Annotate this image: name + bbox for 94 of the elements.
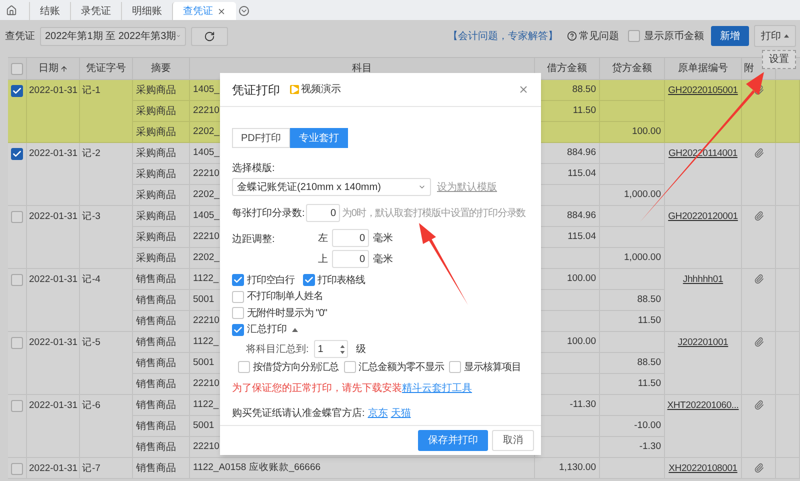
debit-cell-text: 100.00 <box>566 272 596 286</box>
field-label: 将科目汇总到: <box>246 342 309 356</box>
summary-cell-text: 采购商品 <box>136 230 176 244</box>
summary-cell-text: 销售商品 <box>136 462 176 476</box>
debit-cell-text: 11.50 <box>572 104 596 118</box>
summary-cell-text: 采购商品 <box>136 210 176 224</box>
credit-cell-text: 100.00 <box>632 124 661 139</box>
summary-cell-text: 销售商品 <box>136 314 176 328</box>
date-cell: 2022-01-31 <box>29 85 78 96</box>
credit-cell-text: -1.30 <box>639 440 661 454</box>
checkbox-label: 汇总金额为零不显示 <box>358 360 444 374</box>
account-cell-text: 22210 <box>193 104 220 118</box>
credit-cell-text: 11.50 <box>638 376 661 391</box>
debit-cell-text: 884.96 <box>566 146 596 160</box>
checkbox-label: 无附件时显示为 "0" <box>247 306 327 321</box>
summary-cell-text: 采购商品 <box>136 104 176 118</box>
checkbox-label: 打印表格线 <box>318 274 365 288</box>
debit-cell-text: 115.04 <box>568 166 596 181</box>
unit-label: 毫米 <box>373 252 393 266</box>
debit-cell-text: -11.30 <box>570 398 596 412</box>
credit-cell-text: 88.50 <box>637 356 661 370</box>
summary-cell-text: 销售商品 <box>136 420 176 434</box>
checkbox-label: 显示核算项目 <box>464 360 521 374</box>
account-cell-text: 1122_ <box>193 272 219 286</box>
unit-label: 级 <box>356 342 366 356</box>
checkbox-label: 不打印制单人姓名 <box>247 290 323 304</box>
summary-cell-text: 销售商品 <box>136 378 176 392</box>
summary-cell-text: 销售商品 <box>136 272 176 286</box>
voucher-number-cell: 记-3 <box>82 211 100 222</box>
voucher-number-cell: 记-2 <box>82 148 100 159</box>
date-cell: 2022-01-31 <box>29 148 78 159</box>
account-cell-text: 22210 <box>193 376 220 391</box>
account-cell-text: 2202_ <box>193 124 220 139</box>
debit-cell-text: 115.04 <box>568 230 596 244</box>
voucher-number-cell: 记-4 <box>82 274 100 285</box>
page-label: 查凭证 <box>5 30 35 44</box>
account-cell-text: 2202_ <box>193 188 220 202</box>
credit-cell-text: 1,000.00 <box>624 250 661 265</box>
shop-text: 购买凭证纸请认准金蝶官方店: <box>232 406 365 420</box>
summary-cell-text: 销售商品 <box>136 440 176 454</box>
hint-text: 为0时，默认取套打模版中设置的打印分录数 <box>342 206 526 220</box>
summary-cell-text: 采购商品 <box>136 252 176 266</box>
summary-cell-text: 采购商品 <box>136 146 176 160</box>
unit-label: 毫米 <box>373 232 393 246</box>
account-cell-text: 1405_ <box>193 146 220 160</box>
notice-text: 为了保证您的正常打印，请先下载安装 <box>232 382 402 396</box>
summary-cell-text: 销售商品 <box>136 356 176 370</box>
summary-cell-text: 采购商品 <box>136 84 176 98</box>
field-label: 每张打印分录数: <box>232 206 306 220</box>
account-cell-text: 22210 <box>193 314 220 328</box>
account-cell-text: 22210 <box>193 166 220 181</box>
account-cell-text: 1122_ <box>193 398 219 412</box>
account-cell-text: 2202_ <box>193 250 220 265</box>
account-cell-text: 5001 <box>193 356 214 370</box>
margin-label: 左 <box>318 232 328 246</box>
voucher-number-cell: 记-5 <box>82 337 100 348</box>
debit-cell-text: 100.00 <box>566 334 596 349</box>
checkbox-label: 汇总打印 <box>247 322 287 338</box>
summary-cell-text: 销售商品 <box>136 398 176 412</box>
date-cell: 2022-01-31 <box>29 463 78 474</box>
account-cell-text: 22210 <box>193 440 220 454</box>
account-cell-text: 5001 <box>193 292 214 307</box>
account-cell-text: 1405_ <box>193 82 220 97</box>
summary-cell-text: 采购商品 <box>136 168 176 182</box>
debit-cell-text: 88.50 <box>572 82 596 97</box>
dialog-title: 凭证打印 <box>232 82 280 98</box>
checkbox-label: 显示原币金额 <box>644 30 704 44</box>
margin-label: 上 <box>318 252 328 266</box>
credit-cell-text: 88.50 <box>637 292 661 307</box>
summary-cell-text: 采购商品 <box>136 126 176 140</box>
field-label: 边距调整: <box>232 232 276 247</box>
account-cell-text: 5001 <box>193 418 214 433</box>
account-cell-text: 22210 <box>193 230 220 244</box>
date-cell: 2022-01-31 <box>29 274 78 285</box>
field-label: 选择模版: <box>232 162 275 176</box>
voucher-number-cell: 记-6 <box>82 400 100 411</box>
credit-cell-text: -10.00 <box>634 418 661 433</box>
date-cell: 2022-01-31 <box>29 337 78 348</box>
voucher-number-cell: 记-7 <box>82 463 100 474</box>
credit-cell-text: 1,000.00 <box>624 188 661 202</box>
checkbox-label: 按借贷方向分别汇总 <box>253 360 338 374</box>
summary-cell-text: 销售商品 <box>136 294 176 308</box>
voucher-number-cell: 记-1 <box>82 85 100 96</box>
account-cell-text: 1405_ <box>193 208 220 223</box>
account-cell-text: 1122_ <box>193 334 219 349</box>
date-cell: 2022-01-31 <box>29 211 78 222</box>
credit-cell-text: 11.50 <box>638 314 661 328</box>
debit-cell-text: 1,130.00 <box>559 460 596 475</box>
date-cell: 2022-01-31 <box>29 400 78 411</box>
debit-cell-text: 884.96 <box>566 208 596 223</box>
summary-cell-text: 销售商品 <box>136 336 176 350</box>
account-cell-text: 1122_A0158 应收账款_66666 <box>193 460 321 475</box>
checkbox-label: 打印空白行 <box>247 274 294 288</box>
summary-cell-text: 采购商品 <box>136 188 176 202</box>
